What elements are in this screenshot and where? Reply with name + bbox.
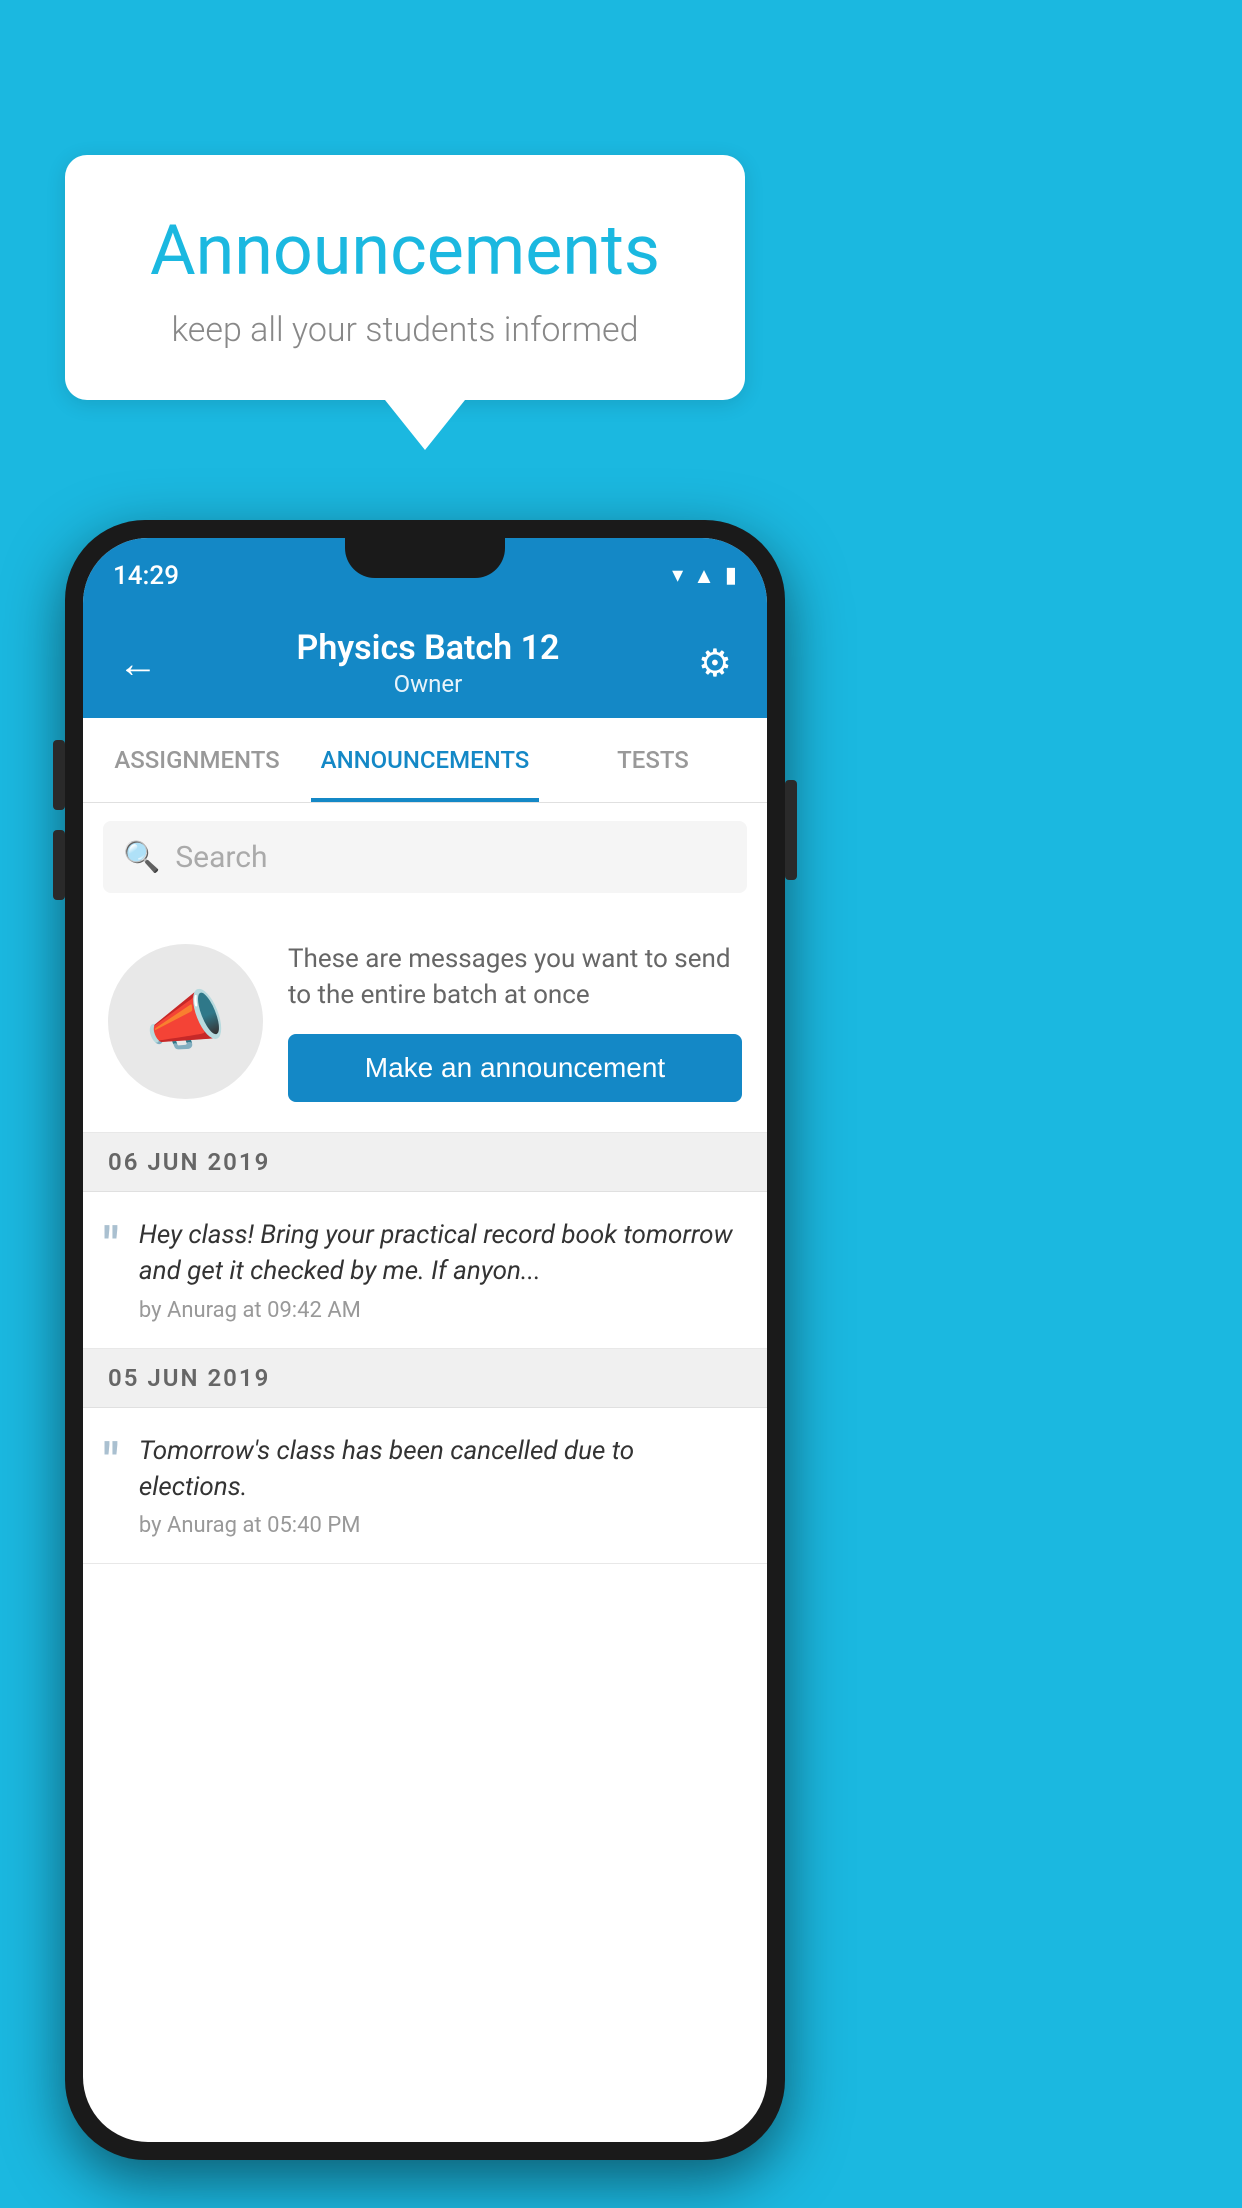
app-bar-title: Physics Batch 12 [168, 628, 688, 668]
volume-up-button[interactable] [53, 740, 65, 810]
phone-frame: 14:29 ▾ ▲ ▮ ← Physics Batch 12 Owner ⚙ [65, 520, 785, 2160]
back-button[interactable]: ← [108, 630, 168, 697]
power-button[interactable] [785, 780, 797, 880]
wifi-icon: ▾ [672, 563, 683, 588]
app-bar: ← Physics Batch 12 Owner ⚙ [83, 608, 767, 718]
search-container: 🔍 Search [83, 803, 767, 911]
message-meta-1: by Anurag at 09:42 AM [139, 1298, 747, 1323]
app-bar-subtitle: Owner [168, 670, 688, 698]
status-icons: ▾ ▲ ▮ [672, 558, 737, 589]
quote-icon-1: " [103, 1222, 119, 1272]
announcement-icon-circle: 📣 [108, 944, 263, 1099]
message-content-2: Tomorrow's class has been cancelled due … [139, 1433, 747, 1539]
search-icon: 🔍 [123, 840, 160, 875]
tab-announcements[interactable]: ANNOUNCEMENTS [311, 718, 539, 802]
signal-icon: ▲ [693, 563, 715, 589]
phone-notch [345, 538, 505, 578]
volume-down-button[interactable] [53, 830, 65, 900]
settings-icon[interactable]: ⚙ [688, 631, 742, 696]
speech-bubble-container: Announcements keep all your students inf… [65, 155, 745, 450]
phone-screen: 14:29 ▾ ▲ ▮ ← Physics Batch 12 Owner ⚙ [83, 538, 767, 2142]
message-text-1: Hey class! Bring your practical record b… [139, 1217, 747, 1290]
date-separator-1: 06 JUN 2019 [83, 1133, 767, 1192]
cta-right: These are messages you want to send to t… [288, 941, 742, 1102]
cta-section: 📣 These are messages you want to send to… [83, 911, 767, 1133]
search-placeholder: Search [175, 840, 267, 875]
phone-container: 14:29 ▾ ▲ ▮ ← Physics Batch 12 Owner ⚙ [65, 520, 785, 2160]
tab-tests[interactable]: TESTS [539, 718, 767, 802]
message-content-1: Hey class! Bring your practical record b… [139, 1217, 747, 1323]
message-item-1[interactable]: " Hey class! Bring your practical record… [83, 1192, 767, 1349]
search-bar[interactable]: 🔍 Search [103, 821, 747, 893]
speech-bubble-title: Announcements [125, 210, 685, 292]
message-meta-2: by Anurag at 05:40 PM [139, 1513, 747, 1538]
app-bar-title-container: Physics Batch 12 Owner [168, 628, 688, 698]
date-separator-2: 05 JUN 2019 [83, 1349, 767, 1408]
battery-icon: ▮ [725, 563, 737, 588]
make-announcement-button[interactable]: Make an announcement [288, 1034, 742, 1102]
tab-assignments[interactable]: ASSIGNMENTS [83, 718, 311, 802]
megaphone-icon: 📣 [145, 983, 226, 1059]
speech-bubble-subtitle: keep all your students informed [125, 310, 685, 350]
tab-bar: ASSIGNMENTS ANNOUNCEMENTS TESTS [83, 718, 767, 803]
message-text-2: Tomorrow's class has been cancelled due … [139, 1433, 747, 1506]
speech-bubble: Announcements keep all your students inf… [65, 155, 745, 400]
message-item-2[interactable]: " Tomorrow's class has been cancelled du… [83, 1408, 767, 1565]
status-time: 14:29 [113, 556, 179, 591]
cta-description: These are messages you want to send to t… [288, 941, 742, 1014]
quote-icon-2: " [103, 1438, 119, 1488]
speech-bubble-tail [385, 400, 465, 450]
